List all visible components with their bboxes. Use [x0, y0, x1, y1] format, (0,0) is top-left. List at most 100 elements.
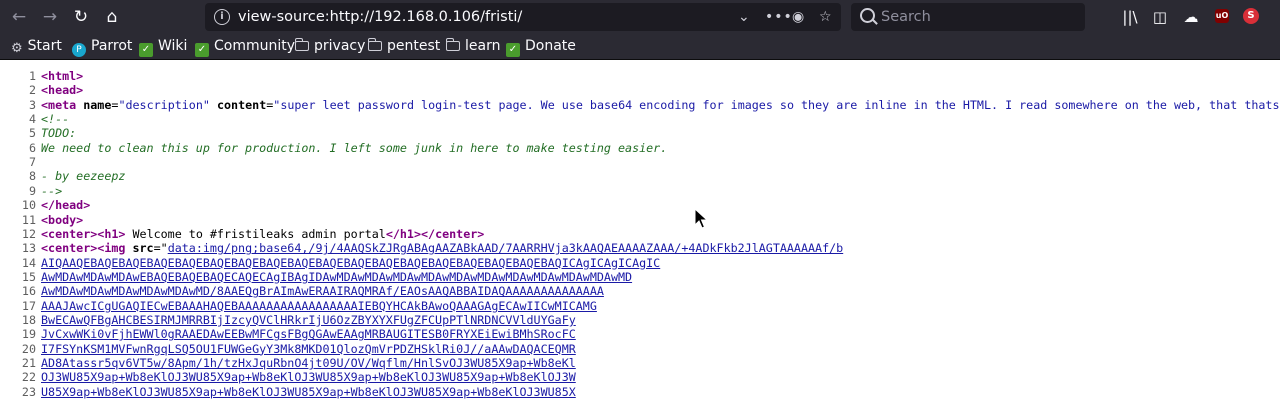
home-button[interactable]: ⌂ [100, 5, 124, 29]
source-line: 4 <!-- [0, 112, 69, 126]
page-actions-icon[interactable]: ••• [765, 3, 793, 31]
html-tag: <h1> [97, 226, 126, 241]
line-number: 4 [28, 112, 36, 127]
source-line: 11 <body> [0, 213, 83, 227]
line-number: 13 [21, 241, 36, 256]
bookmark-pentest[interactable]: pentest [367, 34, 441, 59]
html-tag: <html> [41, 69, 84, 83]
html-tag: </head> [41, 198, 91, 213]
data-uri-link[interactable]: AwMDAwMDAwMDAwMDAwMDAwMD/8AAEQgBrAImAwER… [41, 284, 604, 298]
line-number: 15 [21, 269, 36, 284]
source-line: 3 <meta name="description" content="super… [0, 98, 1280, 112]
data-uri-link[interactable]: AAAJAwcICgUGAQIECwEBAAAHAQEBAAAAAAAAAAAA… [41, 299, 597, 313]
html-tag: <img [97, 241, 133, 256]
html-tag: <body> [41, 212, 84, 227]
source-line: 12 <center><h1> Welcome to #fristileaks a… [0, 227, 484, 241]
url-bar[interactable]: i view-source:http://192.168.0.106/frist… [205, 3, 841, 31]
source-line: 19 JvCxwWKi0vFjhEWWl0gRAAEDAwEEBwMFCgsFBg… [0, 327, 576, 341]
line-number: 12 [21, 226, 36, 241]
source-line: 16 AwMDAwMDAwMDAwMDAwMDAwMD/8AAEQgBrAImAw… [0, 284, 604, 298]
line-number: 21 [21, 356, 36, 370]
html-tag: <center> [41, 241, 98, 256]
source-line: 5 TODO: [0, 126, 76, 140]
data-uri-link[interactable]: U85X9ap+Wb8eKlOJ3WU85X9ap+Wb8eKlOJ3WU85X… [41, 385, 576, 399]
chevron-down-icon[interactable]: ⌄ [738, 3, 750, 31]
forward-button[interactable]: → [38, 5, 62, 29]
bookmark-label: Wiki [158, 38, 188, 54]
source-line: 15 AwMDAwMDAwMDAwEBAQEBAQEBAQECAQECAgIBAg… [0, 270, 632, 284]
bookmark-start[interactable]: ⚙ Start [11, 34, 62, 59]
info-icon[interactable]: i [214, 9, 230, 25]
line-number: 18 [21, 312, 36, 327]
bookmark-star-icon[interactable]: ☆ [819, 3, 832, 31]
bookmark-learn[interactable]: learn [445, 34, 501, 59]
attr-name: name [83, 97, 112, 112]
line-number: 6 [28, 140, 36, 155]
folder-icon [445, 38, 460, 51]
search-input[interactable] [881, 3, 1076, 31]
html-comment: We need to clean this up for production.… [41, 140, 668, 155]
line-number: 2 [28, 83, 36, 98]
wiki-icon: ✓ [139, 43, 153, 57]
bookmark-donate[interactable]: ✓ Donate [506, 34, 576, 59]
source-line: 23 U85X9ap+Wb8eKlOJ3WU85X9ap+Wb8eKlOJ3WU8… [0, 385, 576, 399]
mouse-cursor-icon [694, 207, 709, 229]
data-uri-link[interactable]: AIQAAQEBAQEBAQEBAQEBAQEBAQEBAQEBAQEBAQEB… [41, 256, 660, 270]
bookmark-parrot[interactable]: P Parrot [72, 34, 132, 59]
community-icon: ✓ [195, 43, 209, 57]
source-line: 20 I7FSYnKSM1MVFwnRgqLSQ5OU1FUWGeGyY3Mk8M… [0, 342, 576, 356]
folder-icon [294, 38, 309, 51]
extension-icon[interactable]: ☁ [1180, 5, 1202, 29]
ublock-icon[interactable]: uO [1215, 9, 1229, 23]
bookmark-wiki[interactable]: ✓ Wiki [139, 34, 187, 59]
line-number: 23 [21, 384, 36, 399]
pocket-icon[interactable]: ◉ [792, 3, 804, 31]
search-bar[interactable] [851, 3, 1085, 31]
source-line: 17 AAAJAwcICgUGAQIECwEBAAAHAQEBAAAAAAAAAA… [0, 299, 597, 313]
url-text[interactable]: view-source:http://192.168.0.106/fristi/ [238, 3, 522, 31]
attr-equals: =" [153, 241, 168, 256]
reload-button[interactable]: ↻ [69, 5, 93, 29]
bookmark-label: Community [214, 38, 296, 54]
line-number: 8 [28, 169, 36, 184]
html-tag: </center> [421, 226, 485, 241]
source-line: 2 <head> [0, 83, 83, 97]
html-comment: TODO: [41, 126, 77, 141]
bookmark-community[interactable]: ✓ Community [195, 34, 295, 59]
search-icon [860, 8, 875, 23]
ssl-extension-icon[interactable]: S [1243, 8, 1259, 24]
attr-name: src [132, 241, 154, 256]
data-uri-link[interactable]: AwMDAwMDAwMDAwEBAQEBAQEBAQECAQECAgIBAgID… [41, 270, 632, 284]
line-number: 7 [28, 155, 36, 170]
bookmarks-bar: ⚙ Start P Parrot ✓ Wiki ✓ Community privacy … [0, 34, 1280, 60]
bookmark-label: learn [465, 38, 501, 54]
data-uri-link[interactable]: BwECAwQFBgAHCBESIRMJMRRBIjIzcyQVClHRkrIj… [41, 313, 576, 327]
html-comment: --> [41, 183, 63, 198]
sidebar-icon[interactable]: ◫ [1150, 5, 1170, 29]
bookmark-privacy[interactable]: privacy [294, 34, 366, 59]
bookmark-label: Start [27, 38, 62, 54]
bookmark-label: privacy [314, 38, 366, 54]
library-icon[interactable]: ||\ [1120, 5, 1140, 29]
data-uri-link[interactable]: data:img/png;base64,/9j/4AAQSkZJRgABAgAA… [168, 241, 844, 255]
data-uri-link[interactable]: JvCxwWKi0vFjhEWWl0gRAAEDAwEEBwMFCgsFBgQG… [41, 327, 576, 341]
data-uri-link[interactable]: I7FSYnKSM1MVFwnRgqLSQ5OU1FUWGeGyY3Mk8MKD… [41, 342, 576, 356]
data-uri-link[interactable]: AD8Atassr5qv6VT5w/8Apm/1h/tzHxJquRbnO4jt… [41, 356, 576, 370]
line-number: 5 [28, 126, 36, 141]
attr-name: content [216, 97, 267, 112]
parrot-icon: P [72, 43, 86, 57]
attr-value: "super leet password login-test page. We… [273, 97, 1280, 112]
html-comment: <!-- [41, 112, 70, 127]
source-line: 10 </head> [0, 198, 90, 212]
view-source-content: 1 <html> 2 <head> 3 <meta name="description… [0, 60, 1280, 402]
folder-icon [367, 38, 382, 51]
data-uri-link[interactable]: OJ3WU85X9ap+Wb8eKlOJ3WU85X9ap+Wb8eKlOJ3W… [41, 370, 576, 384]
back-button[interactable]: ← [7, 5, 31, 29]
bookmark-label: pentest [387, 38, 441, 54]
html-tag: <head> [41, 83, 84, 98]
line-number: 1 [28, 69, 36, 83]
donate-icon: ✓ [506, 43, 520, 57]
source-line: 22 OJ3WU85X9ap+Wb8eKlOJ3WU85X9ap+Wb8eKlOJ… [0, 370, 576, 384]
gear-icon: ⚙ [11, 41, 23, 56]
